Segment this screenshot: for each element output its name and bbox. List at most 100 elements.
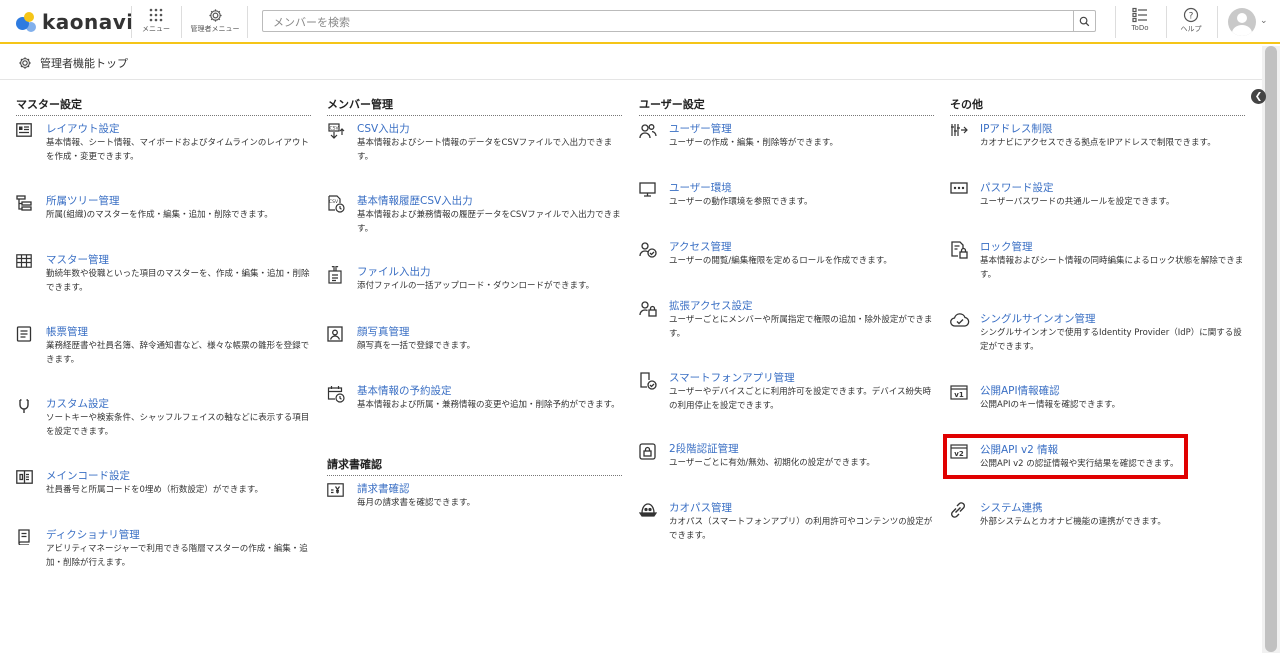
two-factor-icon — [639, 442, 669, 471]
item-link[interactable]: スマートフォンアプリ管理 — [669, 371, 934, 385]
vertical-scrollbar[interactable] — [1262, 46, 1280, 653]
menu-item[interactable]: アクセス管理 ユーザーの閲覧/編集権限を定めるロールを作成できます。 — [639, 240, 934, 269]
menu-item[interactable]: ディクショナリ管理 アビリティマネージャーで利用できる階層マスターの作成・編集・追… — [16, 528, 311, 570]
menu-item[interactable]: レイアウト設定基本情報、シート情報、マイボードおよびタイムラインのレイアウトを作… — [16, 122, 311, 164]
item-link[interactable]: CSV入出力 — [357, 122, 622, 136]
item-link[interactable]: パスワード設定 — [980, 181, 1245, 195]
search-input[interactable] — [263, 12, 1063, 33]
item-link[interactable]: レイアウト設定 — [46, 122, 311, 136]
section-title: その他 — [950, 96, 1245, 116]
item-description: 添付ファイルの一括アップロード・ダウンロードができます。 — [357, 281, 595, 291]
item-link[interactable]: ロック管理 — [980, 240, 1245, 254]
menu-item[interactable]: カオパス管理カオパス（スマートフォンアプリ）の利用許可やコンテンツの設定ができま… — [639, 501, 934, 543]
menu-item[interactable]: v1 公開API情報確認公開APIのキー情報を確認できます。 — [950, 384, 1245, 413]
lock-doc-icon — [950, 240, 980, 282]
user-check-icon — [639, 240, 669, 269]
api-v1-icon: v1 — [950, 384, 980, 413]
item-link[interactable]: 顔写真管理 — [357, 325, 622, 339]
item-link[interactable]: システム連携 — [980, 501, 1245, 515]
section-title: メンバー管理 — [327, 96, 622, 116]
item-link[interactable]: アクセス管理 — [669, 240, 934, 254]
item-link[interactable]: 基本情報の予約設定 — [357, 384, 622, 398]
menu-label: メニュー — [142, 25, 170, 33]
menu-item[interactable]: 拡張アクセス設定ユーザーごとにメンバーや所属指定で権限の追加・除外設定ができます… — [639, 299, 934, 341]
item-description: ユーザーごとにメンバーや所属指定で権限の追加・除外設定ができます。 — [669, 315, 933, 339]
todo-label: ToDo — [1131, 24, 1149, 32]
file-io-icon — [327, 265, 357, 294]
item-description: ユーザーパスワードの共通ルールを設定できます。 — [980, 197, 1175, 207]
item-description: 公開APIのキー情報を確認できます。 — [980, 400, 1121, 410]
kaopass-icon — [639, 501, 669, 543]
item-description: ユーザーやデバイスごとに利用許可を設定できます。デバイス紛失時の利用停止を設定で… — [669, 387, 931, 411]
item-description: 所属(組織)のマスターを作成・編集・追加・削除できます。 — [46, 210, 273, 220]
menu-button[interactable]: メニュー — [136, 6, 176, 40]
menu-item[interactable]: シングルサインオン管理 シングルサインオンで使用するIdentity Provid… — [950, 312, 1245, 354]
invoice-icon — [327, 482, 357, 511]
item-description: 顔写真を一括で登録できます。 — [357, 341, 476, 351]
menu-item[interactable]: CSV CSV入出力 基本情報およびシート情報のデータをCSVファイルで入出力でき… — [327, 122, 622, 164]
item-link[interactable]: 2段階認証管理 — [669, 442, 934, 456]
item-description: ユーザーの作成・編集・削除等ができます。 — [669, 138, 838, 148]
item-link[interactable]: 請求書確認 — [357, 482, 622, 496]
item-description: カオパス（スマートフォンアプリ）の利用許可やコンテンツの設定ができます。 — [669, 517, 933, 541]
item-description: 外部システムとカオナビ機能の連携ができます。 — [980, 517, 1166, 527]
item-link[interactable]: カオパス管理 — [669, 501, 934, 515]
link-icon — [950, 501, 980, 530]
menu-item[interactable]: 請求書確認 毎月の請求書を確認できます。 — [327, 482, 622, 511]
users-icon — [639, 122, 669, 151]
menu-item[interactable]: パスワード設定ユーザーパスワードの共通ルールを設定できます。 — [950, 181, 1245, 210]
menu-item[interactable]: IPアドレス制限 カオナビにアクセスできる拠点をIPアドレスで制限できます。 — [950, 122, 1245, 151]
gear-icon — [18, 56, 32, 70]
admin-menu-button[interactable]: 管理者メニュー — [189, 6, 241, 40]
item-link[interactable]: マスター管理 — [46, 253, 311, 267]
item-link[interactable]: ディクショナリ管理 — [46, 528, 311, 542]
item-link[interactable]: メインコード設定 — [46, 469, 311, 483]
menu-item[interactable]: カスタム設定 ソートキーや検索条件、シャッフルフェイスの軸などに表示する項目を設定… — [16, 397, 311, 439]
menu-item[interactable]: システム連携外部システムとカオナビ機能の連携ができます。 — [950, 501, 1245, 530]
item-link[interactable]: ファイル入出力 — [357, 265, 622, 279]
section-title: マスター設定 — [16, 96, 311, 116]
calendar-clock-icon — [327, 384, 357, 413]
item-description: 基本情報、シート情報、マイボードおよびタイムラインのレイアウトを作成・変更できま… — [46, 138, 309, 162]
menu-item[interactable]: ユーザー管理ユーザーの作成・編集・削除等ができます。 — [639, 122, 934, 151]
menu-item[interactable]: ユーザー環境ユーザーの動作環境を参照できます。 — [639, 181, 934, 210]
custom-icon — [16, 397, 46, 439]
item-link[interactable]: カスタム設定 — [46, 397, 311, 411]
menu-item[interactable]: 2段階認証管理 ユーザーごとに有効/無効、初期化の設定ができます。 — [639, 442, 934, 471]
menu-item[interactable]: CSV 基本情報履歴CSV入出力 基本情報および兼務情報の履歴データをCSVファイ… — [327, 194, 622, 236]
search-button[interactable] — [1073, 11, 1095, 31]
menu-item[interactable]: マスター管理 勤続年数や役職といった項目のマスターを、作成・編集・追加・削除できま… — [16, 253, 311, 295]
item-link[interactable]: 公開API情報確認 — [980, 384, 1245, 398]
menu-item[interactable]: 所属ツリー管理所属(組織)のマスターを作成・編集・追加・削除できます。 — [16, 194, 311, 223]
code-icon — [16, 469, 46, 498]
menu-item[interactable]: ファイル入出力添付ファイルの一括アップロード・ダウンロードができます。 — [327, 265, 622, 294]
item-link[interactable]: IPアドレス制限 — [980, 122, 1245, 136]
kaonavi-logo[interactable]: kaonavi — [16, 10, 134, 34]
menu-item[interactable]: 帳票管理 業務経歴書や社員名簿、辞令通知書など、様々な帳票の雛形を登録できます。 — [16, 325, 311, 367]
todo-button[interactable]: ToDo — [1120, 6, 1160, 40]
item-link[interactable]: ユーザー管理 — [669, 122, 934, 136]
menu-item[interactable]: ロック管理 基本情報およびシート情報の同時編集によるロック状態を解除できます。 — [950, 240, 1245, 282]
section-title: ユーザー設定 — [639, 96, 934, 116]
user-avatar[interactable] — [1228, 8, 1256, 36]
item-link[interactable]: 拡張アクセス設定 — [669, 299, 934, 313]
menu-item[interactable]: 顔写真管理顔写真を一括で登録できます。 — [327, 325, 622, 354]
item-link[interactable]: 帳票管理 — [46, 325, 311, 339]
item-description: 基本情報およびシート情報のデータをCSVファイルで入出力できます。 — [357, 138, 613, 162]
tree-icon — [16, 194, 46, 223]
item-description: ユーザーの動作環境を参照できます。 — [669, 197, 813, 207]
todo-icon — [1132, 6, 1148, 24]
menu-item[interactable]: メインコード設定 社員番号と所属コードを0埋め（桁数設定）ができます。 — [16, 469, 311, 498]
menu-item[interactable]: 基本情報の予約設定 基本情報および所属・兼務情報の変更や追加・削除予約ができます。 — [327, 384, 622, 413]
item-link[interactable]: ユーザー環境 — [669, 181, 934, 195]
item-link[interactable]: 基本情報履歴CSV入出力 — [357, 194, 622, 208]
chevron-left-icon: ❮ — [1254, 91, 1263, 102]
search-icon — [1079, 16, 1090, 27]
item-link[interactable]: シングルサインオン管理 — [980, 312, 1245, 326]
chevron-down-icon[interactable]: ⌄ — [1260, 16, 1268, 26]
item-link[interactable]: 所属ツリー管理 — [46, 194, 311, 208]
collapse-panel-button[interactable]: ❮ — [1251, 89, 1266, 104]
help-button[interactable]: ? ヘルプ — [1171, 6, 1211, 40]
photo-icon — [327, 325, 357, 354]
menu-item[interactable]: スマートフォンアプリ管理ユーザーやデバイスごとに利用許可を設定できます。デバイス… — [639, 371, 934, 413]
